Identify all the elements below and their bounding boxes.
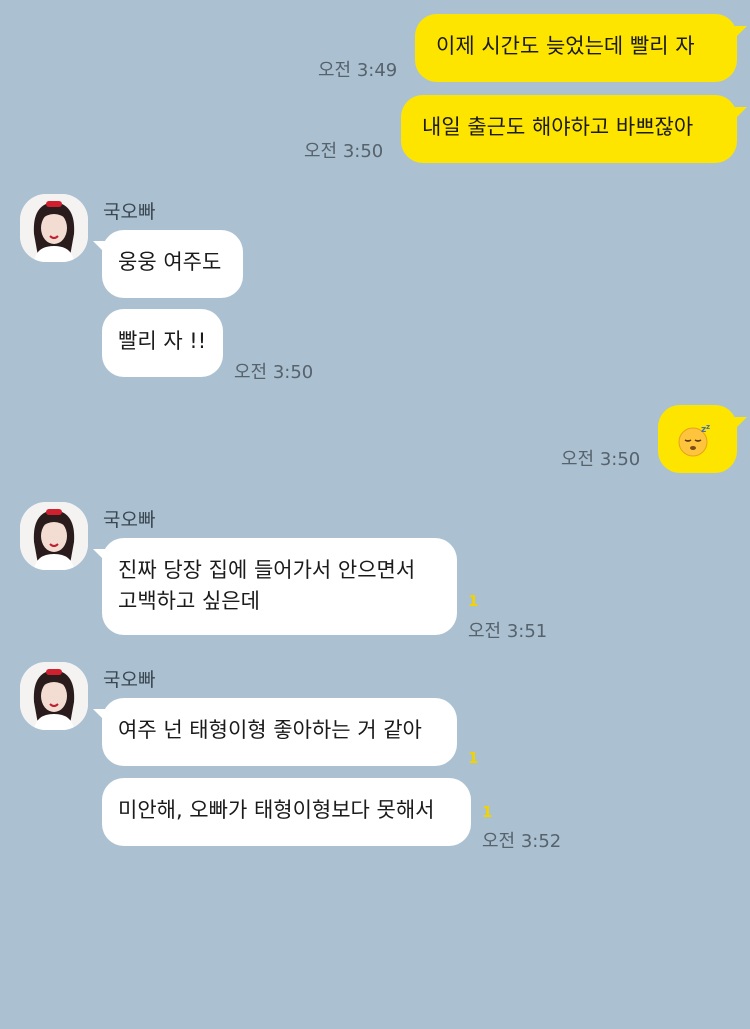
sender-avatar[interactable] bbox=[20, 502, 88, 570]
unread-count: 1 bbox=[482, 803, 493, 821]
their-message-bubble[interactable]: 웅웅 여주도 bbox=[102, 230, 243, 298]
their-message-bubble[interactable]: 여주 넌 태형이형 좋아하는 거 같아 bbox=[102, 698, 457, 766]
sender-avatar[interactable] bbox=[20, 662, 88, 730]
message-time: 오전 3:51 bbox=[468, 621, 548, 642]
unread-count: 1 bbox=[468, 749, 479, 767]
message-text: 웅웅 여주도 bbox=[118, 250, 222, 274]
message-text: 내일 출근도 해야하고 바쁘잖아 bbox=[422, 115, 694, 139]
their-message-bubble[interactable]: 진짜 당장 집에 들어가서 안으면서 고백하고 싶은데 bbox=[102, 538, 457, 635]
their-message-bubble[interactable]: 빨리 자 !! bbox=[102, 309, 223, 377]
sender-name: 국오빠 bbox=[103, 669, 156, 691]
my-message-bubble[interactable]: 이제 시간도 늦었는데 빨리 자 bbox=[415, 14, 737, 82]
message-text: 여주 넌 태형이형 좋아하는 거 같아 bbox=[118, 718, 422, 742]
sender-name: 국오빠 bbox=[103, 509, 156, 531]
sleeping-face-icon: z z bbox=[678, 423, 710, 457]
profile-photo-icon bbox=[20, 662, 88, 730]
message-text: 이제 시간도 늦었는데 빨리 자 bbox=[436, 34, 695, 58]
message-time: 오전 3:50 bbox=[234, 362, 314, 383]
sender-avatar[interactable] bbox=[20, 194, 88, 262]
message-text-line: 고백하고 싶은데 bbox=[118, 589, 260, 613]
message-text-line: 진짜 당장 집에 들어가서 안으면서 bbox=[118, 558, 416, 582]
message-time: 오전 3:52 bbox=[482, 831, 562, 852]
my-message-bubble[interactable]: 내일 출근도 해야하고 바쁘잖아 bbox=[401, 95, 737, 163]
unread-count: 1 bbox=[468, 592, 479, 610]
sender-name: 국오빠 bbox=[103, 201, 156, 223]
their-message-bubble[interactable]: 미안해, 오빠가 태형이형보다 못해서 bbox=[102, 778, 471, 846]
message-text: 미안해, 오빠가 태형이형보다 못해서 bbox=[118, 798, 435, 822]
bubble-tail bbox=[735, 107, 747, 119]
my-emoji-bubble[interactable]: z z bbox=[658, 405, 737, 473]
message-time: 오전 3:50 bbox=[561, 449, 641, 470]
profile-photo-icon bbox=[20, 502, 88, 570]
bubble-tail bbox=[735, 26, 747, 38]
svg-text:z: z bbox=[706, 423, 710, 431]
profile-photo-icon bbox=[20, 194, 88, 262]
bubble-tail bbox=[735, 417, 747, 429]
message-time: 오전 3:50 bbox=[304, 141, 384, 162]
message-time: 오전 3:49 bbox=[318, 60, 398, 81]
message-text: 빨리 자 !! bbox=[118, 329, 207, 353]
